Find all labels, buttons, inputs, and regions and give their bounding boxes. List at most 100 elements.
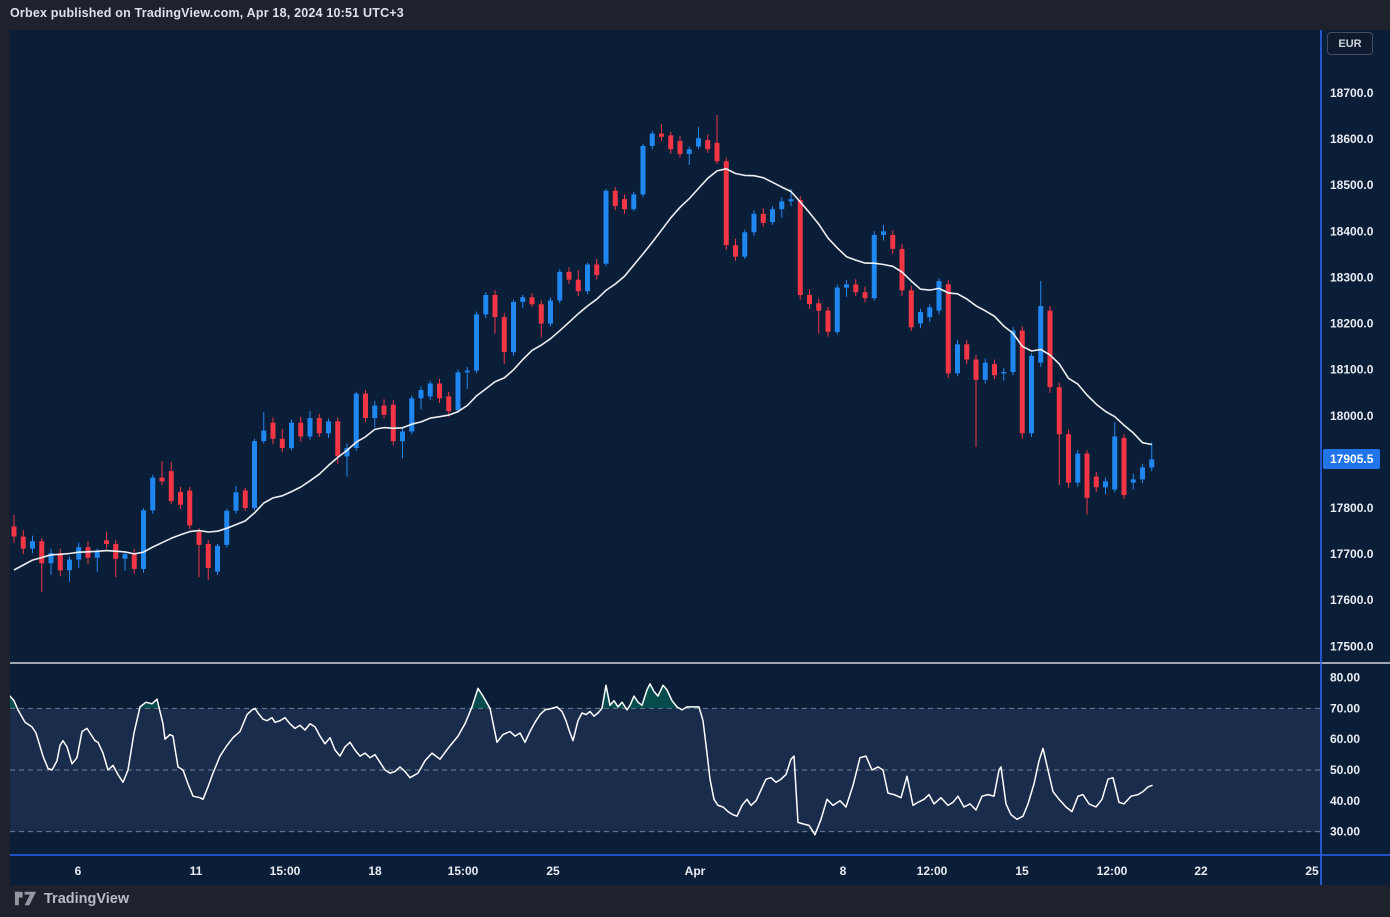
candle-body [511,302,516,352]
candle-wick [689,147,690,165]
candle-body [881,231,886,235]
candle-body [974,360,979,380]
candle-body [252,441,257,508]
candle-body [752,214,757,232]
candle-body [641,146,646,194]
candle-body [678,141,683,154]
currency-button[interactable]: EUR [1327,32,1373,55]
candle-body [493,295,498,317]
candle-body [298,423,303,437]
time-axis-label: 15:00 [448,864,479,878]
candle-body [1057,387,1062,434]
candle-body [502,317,507,352]
candle-body [557,272,562,301]
candle-body [1103,481,1108,487]
price-axis-label: 17700.0 [1330,547,1374,561]
candle-body [835,288,840,332]
candle-body [382,406,387,415]
price-axis-label: 18000.0 [1330,409,1374,423]
candle-body [428,384,433,397]
candle-body [696,138,701,146]
rsi-band [10,708,1321,831]
tradingview-logo[interactable]: TradingView [14,887,129,910]
time-axis-label: Apr [685,864,706,878]
candle-body [567,272,572,280]
candle-body [1094,477,1099,488]
candle-body [141,510,146,569]
candle-body [918,312,923,324]
time-axis-label: 6 [75,864,82,878]
candle-body [104,540,109,544]
candle-body [909,290,914,327]
candle-wick [1003,368,1004,381]
candle-body [67,560,72,571]
tradingview-logo-text: TradingView [44,891,129,907]
rsi-axis-label: 30.00 [1330,825,1360,839]
candle-body [419,390,424,398]
candle-body [900,249,905,291]
candle-body [955,344,960,373]
candle-body [335,421,340,456]
candle-body [548,301,553,324]
candle-body [446,396,451,411]
candle-body [520,297,525,302]
page-title: Orbex published on TradingView.com, Apr … [10,6,404,20]
candle-body [1140,467,1145,479]
candle-body [705,140,710,149]
price-axis-label: 18300.0 [1330,270,1374,284]
time-axis-label: 12:00 [1097,864,1128,878]
candle-body [483,295,488,314]
tradingview-logo-icon [14,887,37,910]
candle-body [650,134,655,146]
candle-body [12,526,17,536]
candle-body [326,421,331,433]
candle-body [1122,438,1127,495]
candle-body [622,199,627,209]
candle-body [964,344,969,359]
candle-body [715,143,720,161]
rsi-axis-label: 60.00 [1330,732,1360,746]
candle-body [844,284,849,287]
price-axis-label: 17600.0 [1330,593,1374,607]
candle-body [456,372,461,410]
candle-body [1131,479,1136,482]
price-axis-label: 17500.0 [1330,639,1374,653]
candle-body [372,406,377,418]
chart-canvas[interactable]: 18700.018600.018500.018400.018300.018200… [10,30,1390,885]
candle-body [363,394,368,418]
time-axis-label: 11 [190,864,203,878]
candle-body [150,478,155,511]
candle-body [613,191,618,206]
candle-body [391,405,396,441]
candle-body [1038,306,1043,363]
price-axis-label: 18600.0 [1330,132,1374,146]
candle-body [76,547,81,559]
price-axis-label: 17800.0 [1330,501,1374,515]
candle-body [169,471,174,501]
candle-body [826,311,831,332]
candle-body [770,209,775,222]
candle-body [983,363,988,380]
candle-body [132,554,137,569]
time-axis-label: 18 [368,864,382,878]
candle-body [178,492,183,505]
last-price-tag: 17905.5 [1323,449,1380,469]
candle-body [1075,454,1080,483]
candle-body [123,554,128,559]
candle-body [779,201,784,209]
time-axis-label: 8 [840,864,847,878]
rsi-axis-label: 80.00 [1330,671,1360,685]
candle-body [30,541,35,548]
candle-body [234,492,239,510]
candle-body [243,491,248,509]
candle-body [927,307,932,317]
candle-body [668,135,673,149]
candle-body [271,423,276,439]
candle-body [308,418,313,436]
candle-body [215,546,220,572]
candle-body [761,214,766,223]
candle-body [465,371,470,373]
price-axis-label: 18500.0 [1330,178,1374,192]
candle-body [789,199,794,201]
candle-body [863,292,868,298]
